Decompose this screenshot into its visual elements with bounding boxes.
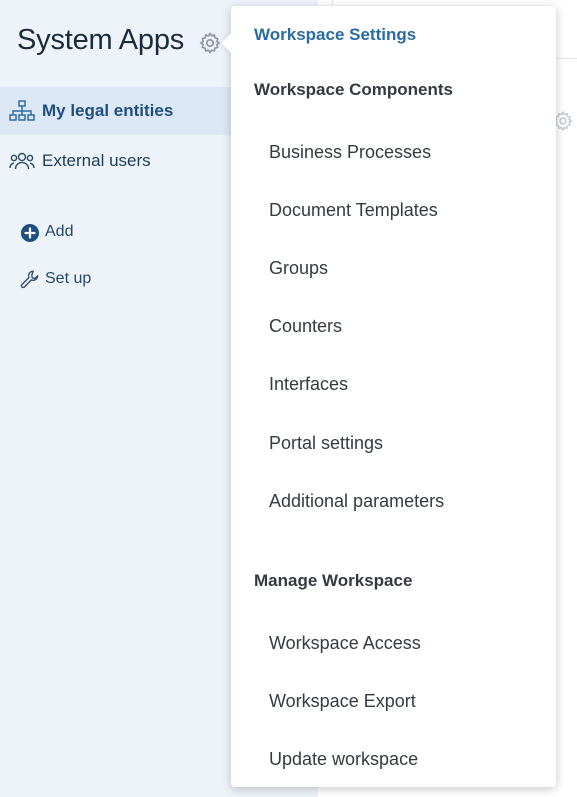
menu-item-portal-settings[interactable]: Portal settings <box>269 433 383 454</box>
menu-item-workspace-export[interactable]: Workspace Export <box>269 691 416 712</box>
menu-item-groups[interactable]: Groups <box>269 258 328 279</box>
menu-item-document-templates[interactable]: Document Templates <box>269 200 438 221</box>
wrench-icon <box>20 270 39 289</box>
set-up-button[interactable]: Set up <box>19 268 91 290</box>
sidebar-item-label: External users <box>42 151 151 170</box>
gear-icon[interactable] <box>198 31 222 55</box>
add-button[interactable]: Add <box>19 221 73 243</box>
plus-circle-icon <box>21 224 39 242</box>
menu-item-workspace-access[interactable]: Workspace Access <box>269 633 421 654</box>
dropdown-title[interactable]: Workspace Settings <box>254 25 416 45</box>
menu-item-update-workspace[interactable]: Update workspace <box>269 749 418 770</box>
section-heading-manage-workspace: Manage Workspace <box>254 571 413 590</box>
app-title: System Apps <box>17 24 185 56</box>
users-icon <box>9 152 35 170</box>
add-label: Add <box>45 223 74 240</box>
org-structure-icon <box>9 100 35 121</box>
menu-item-additional-parameters[interactable]: Additional parameters <box>269 491 444 512</box>
set-up-label: Set up <box>45 270 92 287</box>
section-heading-workspace-components: Workspace Components <box>254 80 454 99</box>
menu-item-interfaces[interactable]: Interfaces <box>269 374 348 395</box>
menu-item-business-processes[interactable]: Business Processes <box>269 142 431 163</box>
workspace-settings-dropdown: Workspace Settings Workspace Components … <box>231 6 556 787</box>
menu-item-counters[interactable]: Counters <box>269 316 342 337</box>
sidebar-item-label: My legal entities <box>42 101 174 120</box>
